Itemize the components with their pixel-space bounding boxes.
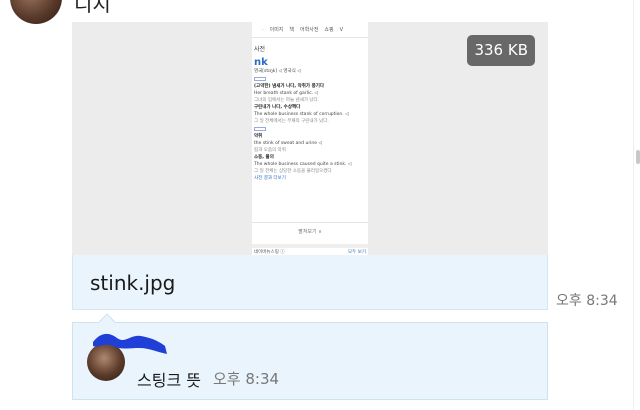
panel-divider (633, 0, 634, 410)
sender-name: 디지 (74, 0, 111, 16)
example-4-ko: 그 일 전체는 상당한 소동을 불러일으켰다 (254, 169, 332, 174)
pronunciation: 영국[stɪŋk] ◁ 영국식 ◁ (254, 69, 301, 74)
search-tabs: · 이미지 책 어학사전 쇼핑 V (252, 22, 368, 38)
image-attachment[interactable]: · 이미지 책 어학사전 쇼핑 V 사전 nk 영국[stɪŋk] ◁ 영국식 … (72, 22, 548, 310)
attachment-filename: stink.jpg (90, 271, 176, 295)
reply-bubble[interactable]: 스팅크 뜻 오후 8:34 (72, 313, 548, 400)
attachment-timestamp: 오후 8:34 (556, 293, 618, 309)
chat-view: 디지 · 이미지 책 어학사전 쇼핑 V 사전 nk 영국[stɪŋk] ◁ 영… (0, 0, 640, 410)
tab-dot: · (262, 26, 264, 33)
definition-4: 소동, 물의 (254, 155, 274, 160)
reply-message-text: 스팅크 뜻 (137, 371, 201, 390)
scrollbar-thumb[interactable] (636, 150, 640, 164)
level-badge-2 (254, 127, 266, 131)
definition-1: (고약한) 냄새가 나다, 악취가 풍기다 (254, 84, 325, 89)
tab-video: V (339, 26, 344, 33)
definition-3: 악취 (254, 134, 263, 139)
sender-avatar[interactable] (10, 0, 62, 24)
filename-bar[interactable]: stink.jpg (72, 255, 548, 310)
tab-image: 이미지 (269, 27, 284, 33)
example-2-ko: 그 일 전체에서는 부패의 구린내가 났다. (254, 119, 329, 124)
tab-dictionary: 어학사전 (300, 27, 319, 33)
expand-toggle: 펼쳐보기 ∨ (252, 222, 368, 240)
tab-book: 책 (289, 27, 295, 33)
reply-timestamp: 오후 8:34 (213, 370, 280, 388)
dictionary-content: 사전 nk 영국[stɪŋk] ◁ 영국식 ◁ (고약한) 냄새가 나다, 악취… (252, 38, 368, 182)
tab-shopping: 쇼핑 (324, 27, 334, 33)
definition-2: 구린내가 나다, 수상쩍다 (254, 105, 301, 110)
level-badge (254, 77, 266, 81)
example-3-en: the stink of sweat and urine ◁ (254, 141, 322, 146)
more-results-link: 사전 결과 더보기 (254, 176, 286, 181)
news-section-header: 네이버뉴스핑 ⓘ 모두 보기 (252, 244, 368, 255)
dictionary-word: nk (254, 57, 268, 68)
redaction-scribble (93, 333, 167, 354)
file-size-badge: 336 KB (467, 35, 535, 66)
example-1-ko: 그녀의 입에서는 마늘 냄새가 났다. (254, 98, 320, 103)
example-2-en: The whole business stank of corruption. … (254, 112, 349, 117)
image-preview[interactable]: · 이미지 책 어학사전 쇼핑 V 사전 nk 영국[stɪŋk] ◁ 영국식 … (72, 22, 548, 255)
example-4-en: The whole business caused quite a stink.… (254, 162, 352, 167)
screenshot-thumbnail: · 이미지 책 어학사전 쇼핑 V 사전 nk 영국[stɪŋk] ◁ 영국식 … (252, 22, 368, 255)
dictionary-label: 사전 (254, 46, 266, 53)
example-3-ko: 땀과 오줌의 악취 (254, 148, 286, 153)
example-1-en: Her breath stank of garlic. ◁ (254, 91, 318, 96)
